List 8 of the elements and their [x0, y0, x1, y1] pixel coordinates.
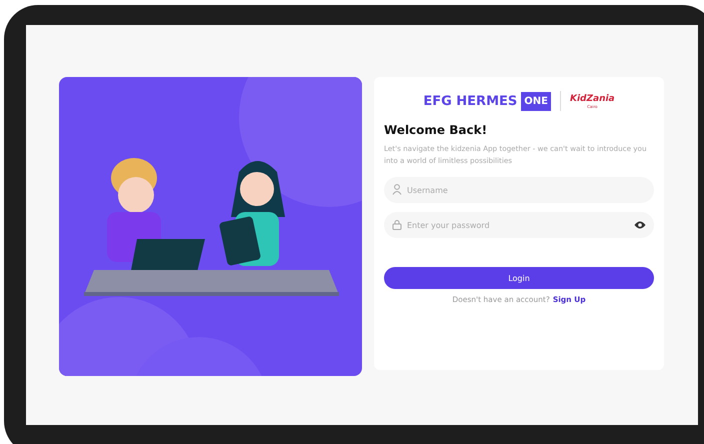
- username-field[interactable]: Username: [384, 177, 654, 204]
- brand-name: EFG HERMES: [423, 94, 518, 108]
- partner-logo-text: KidZania: [570, 94, 615, 104]
- password-field[interactable]: Enter your password: [384, 212, 654, 238]
- brand-badge: ONE: [521, 92, 551, 110]
- welcome-heading: Welcome Back!: [384, 123, 488, 137]
- eye-icon[interactable]: [634, 221, 646, 230]
- login-button[interactable]: Login: [384, 267, 654, 290]
